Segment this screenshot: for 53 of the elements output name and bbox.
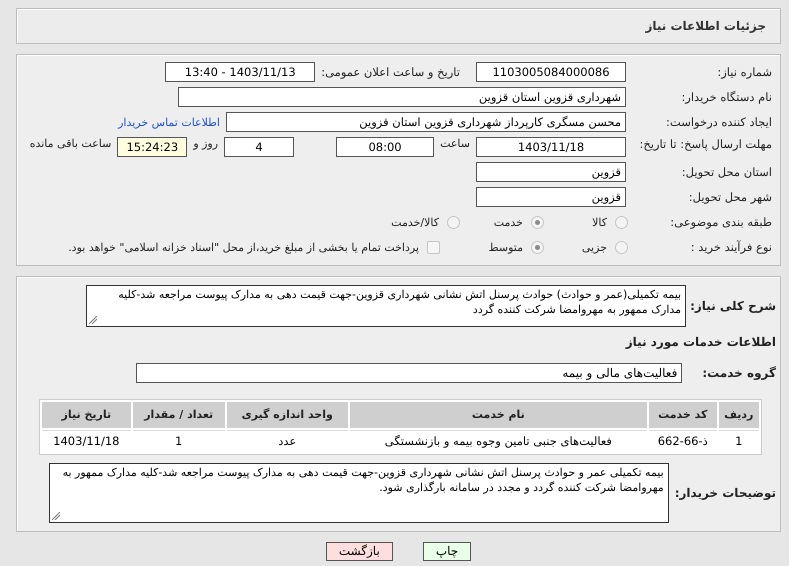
contact-link[interactable]: اطلاعات تماس خریدار	[118, 116, 220, 128]
field-label: شماره نیاز:	[716, 65, 772, 79]
service-group-field: فعالیت‌های مالی و بیمه	[136, 362, 682, 383]
radio-button[interactable]	[615, 240, 628, 254]
resize-grip-icon	[89, 316, 98, 324]
requester-field: محسن مسگری کارپرداز شهرداری قزوین استان قزوین	[226, 112, 626, 132]
time-label: ساعت	[440, 137, 470, 150]
radio-button[interactable]	[615, 216, 628, 228]
city-field: قزوین	[476, 187, 626, 207]
back-button[interactable]: بازگشت	[326, 542, 393, 561]
column-header: نام خدمت	[350, 402, 647, 428]
days-label: روز و	[193, 137, 218, 150]
province-field: قزوین	[476, 162, 626, 182]
buyer-org-field: شهرداری قزوین استان قزوین	[178, 87, 626, 107]
column-header: واحد اندازه گیری	[226, 402, 348, 428]
field-label: نام دستگاه خریدار:	[680, 90, 772, 104]
radio-label: کالا	[592, 216, 607, 228]
field-label: توضیحات خریدار:	[674, 486, 776, 500]
radio-button[interactable]	[447, 216, 460, 228]
field-label: ایجاد کننده درخواست:	[665, 115, 772, 129]
field-label: طبقه بندی موضوعی:	[669, 215, 772, 229]
announce-date-field: 1403/11/13 - 13:40	[165, 62, 316, 82]
remaining-label: ساعت باقی مانده	[30, 137, 112, 150]
column-header: کد خدمت	[648, 402, 716, 428]
radio-button[interactable]	[531, 240, 544, 254]
field-label: شهر محل تحویل:	[688, 190, 772, 204]
column-header: ردیف	[718, 402, 759, 428]
field-label: استان محل تحویل:	[680, 165, 772, 179]
field-label: شرح کلی نیاز:	[690, 298, 776, 313]
field-label: تاریخ و ساعت اعلان عمومی:	[321, 65, 460, 79]
description-field: بیمه تکمیلی(عمر و حوادث) حوادث پرسنل اتش نشانی شهرداری قزوین-جهت قیمت دهی به مدارک پیوست مراجعه شد-کلیه مدارک ممهور به مهروامضا شرکت کننده گردد	[86, 285, 686, 327]
days-field: 4	[224, 137, 294, 157]
checkbox-label: پرداخت تمام یا بخشی از مبلغ خرید،از محل "اسناد خزانه اسلامی" خواهد بود.	[68, 240, 419, 254]
print-button[interactable]: چاپ	[422, 542, 472, 561]
radio-label: کالا/خدمت	[391, 216, 439, 228]
radio-button[interactable]	[531, 216, 544, 228]
column-header: تاریخ نیاز	[42, 402, 131, 428]
resize-grip-icon	[52, 512, 60, 520]
need-number-field: 1103005084000086	[476, 62, 626, 82]
deadline-date-field: 1403/11/18	[476, 137, 626, 157]
remaining-time-field: 15:24:23	[117, 137, 188, 157]
field-label: گروه خدمت:	[702, 366, 776, 380]
radio-label: خدمت	[494, 216, 523, 228]
checkbox[interactable]	[427, 240, 440, 254]
buyer-notes-field: بیمه تکمیلی عمر و حوادث پرسنل اتش نشانی شهرداری قزوین-جهت قیمت دهی به مدارک پیوست مراجعه شد-کلیه مدارک ممهور به مهروامضا شرکت کننده گردد و مجدد در سامانه بارگذاری شود.	[48, 462, 669, 523]
field-label: نوع فرآیند خرید :	[690, 240, 772, 254]
section-title: اطلاعات خدمات مورد نیاز	[624, 334, 776, 349]
radio-label: متوسط	[488, 240, 523, 254]
deadline-time-field: 08:00	[336, 137, 434, 157]
page-title: جزئیات اطلاعات نیاز	[16, 8, 781, 44]
radio-label: جزیی	[582, 240, 607, 254]
field-label: مهلت ارسال پاسخ: تا تاریخ:	[638, 137, 772, 151]
column-header: تعداد / مقدار	[132, 402, 225, 428]
